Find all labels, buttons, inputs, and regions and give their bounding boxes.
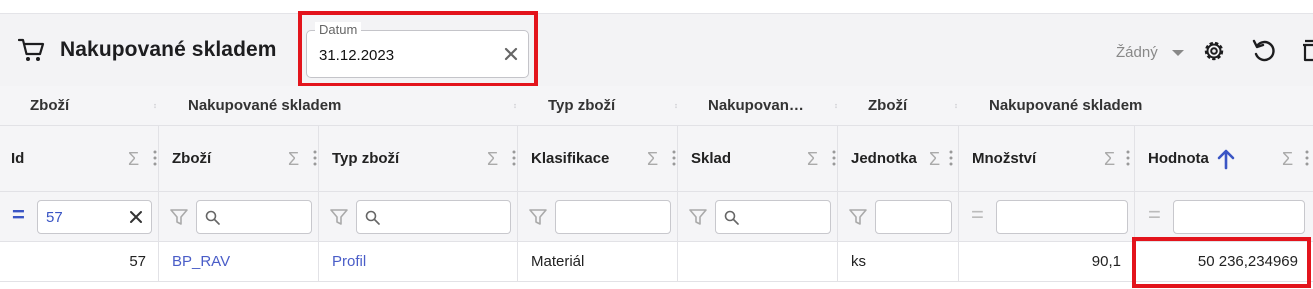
column-header-row: Id Zboží Typ zboží Klasifikace Sklad Jed…	[0, 126, 1313, 192]
chevron-down-icon[interactable]	[1172, 50, 1184, 56]
column-divider	[318, 126, 319, 282]
filter-icon[interactable]	[849, 209, 867, 226]
column-header-jednotka[interactable]: Jednotka	[851, 126, 917, 192]
column-menu-icon[interactable]	[313, 149, 317, 167]
sigma-icon[interactable]: Σ	[1282, 126, 1293, 192]
group-header: Nakupované skladem	[188, 97, 342, 114]
date-highlight-box	[298, 11, 538, 87]
page-title: Nakupované skladem	[60, 38, 277, 61]
column-menu-icon[interactable]	[1126, 149, 1130, 167]
group-header: Typ zboží	[548, 97, 616, 114]
klasifikace-filter-input[interactable]	[555, 200, 671, 234]
column-menu-icon[interactable]	[672, 149, 676, 167]
gear-icon[interactable]	[1201, 38, 1227, 64]
sigma-icon[interactable]: Σ	[647, 126, 658, 192]
jednotka-filter-input[interactable]	[875, 200, 952, 234]
hodnota-filter-input[interactable]	[1173, 200, 1305, 234]
column-header-sklad[interactable]: Sklad	[691, 126, 731, 192]
value-highlight-box	[1132, 237, 1311, 288]
column-menu-icon[interactable]	[832, 149, 836, 167]
search-icon	[724, 210, 739, 225]
typ-zbozi-filter-input[interactable]	[356, 200, 511, 234]
group-header-row: Zboží Nakupované skladem Typ zboží Nakup…	[0, 86, 1313, 126]
column-header-zbozi[interactable]: Zboží	[172, 126, 211, 192]
group-header: Nakupovan…	[708, 97, 804, 114]
filter-icon[interactable]	[330, 209, 348, 226]
sigma-icon[interactable]: Σ	[128, 126, 139, 192]
drag-handle-icon[interactable]	[955, 94, 957, 118]
column-menu-icon[interactable]	[949, 149, 953, 167]
column-divider	[158, 126, 159, 282]
column-header-typ-zbozi[interactable]: Typ zboží	[332, 126, 399, 192]
search-icon	[205, 210, 220, 225]
sigma-icon[interactable]: Σ	[487, 126, 498, 192]
cell-typ-link[interactable]: Profil	[332, 242, 366, 282]
view-select[interactable]: Žádný	[1116, 44, 1158, 61]
drag-handle-icon[interactable]	[675, 94, 677, 118]
sort-ascending-icon[interactable]	[1216, 148, 1236, 170]
delete-icon[interactable]	[1298, 38, 1313, 64]
filter-icon[interactable]	[529, 209, 547, 226]
search-icon	[365, 210, 380, 225]
column-divider	[958, 126, 959, 282]
sigma-icon[interactable]: Σ	[929, 126, 940, 192]
sigma-icon[interactable]: Σ	[807, 126, 818, 192]
filter-icon[interactable]	[170, 209, 188, 226]
column-menu-icon[interactable]	[512, 149, 516, 167]
id-filter-value[interactable]: 57	[46, 209, 63, 226]
column-menu-icon[interactable]	[1305, 149, 1309, 167]
column-divider	[517, 126, 518, 282]
equals-filter-icon[interactable]: =	[1148, 202, 1161, 228]
filter-row: = 57 = =	[0, 192, 1313, 242]
equals-filter-icon[interactable]: =	[12, 202, 25, 228]
cell-id: 57	[129, 253, 146, 270]
group-header: Zboží	[868, 97, 908, 114]
column-header-klasifikace[interactable]: Klasifikace	[531, 126, 609, 192]
filter-icon[interactable]	[689, 209, 707, 226]
group-header: Nakupované skladem	[989, 97, 1143, 114]
equals-filter-icon[interactable]: =	[971, 202, 984, 228]
cell-jednotka: ks	[851, 253, 866, 270]
top-strip	[0, 0, 1313, 14]
mnozstvi-filter-input[interactable]	[996, 200, 1128, 234]
zbozi-filter-input[interactable]	[196, 200, 312, 234]
table-row[interactable]: 57 BP_RAV Profil Materiál ks 90,1 50 236…	[0, 242, 1313, 282]
sigma-icon[interactable]: Σ	[288, 126, 299, 192]
id-filter-input[interactable]: 57	[37, 200, 152, 234]
toolbar: Nakupované skladem Datum 31.12.2023 Žádn…	[0, 0, 1313, 86]
column-menu-icon[interactable]	[153, 149, 157, 167]
cell-mnozstvi: 90,1	[1091, 253, 1121, 270]
sklad-filter-input[interactable]	[715, 200, 831, 234]
close-icon[interactable]	[129, 210, 143, 224]
group-header: Zboží	[30, 97, 70, 114]
cart-icon	[18, 38, 45, 61]
column-header-id[interactable]: Id	[11, 126, 24, 192]
sigma-icon[interactable]: Σ	[1104, 126, 1115, 192]
drag-handle-icon[interactable]	[154, 94, 156, 118]
drag-handle-icon[interactable]	[835, 94, 837, 118]
undo-icon[interactable]	[1251, 38, 1277, 64]
column-header-hodnota[interactable]: Hodnota	[1148, 126, 1209, 192]
column-divider	[677, 126, 678, 282]
drag-handle-icon[interactable]	[514, 94, 516, 118]
column-divider	[837, 126, 838, 282]
cell-klasifikace: Materiál	[531, 253, 585, 270]
cell-zbozi-link[interactable]: BP_RAV	[172, 242, 230, 282]
column-header-mnozstvi[interactable]: Množství	[972, 126, 1036, 192]
